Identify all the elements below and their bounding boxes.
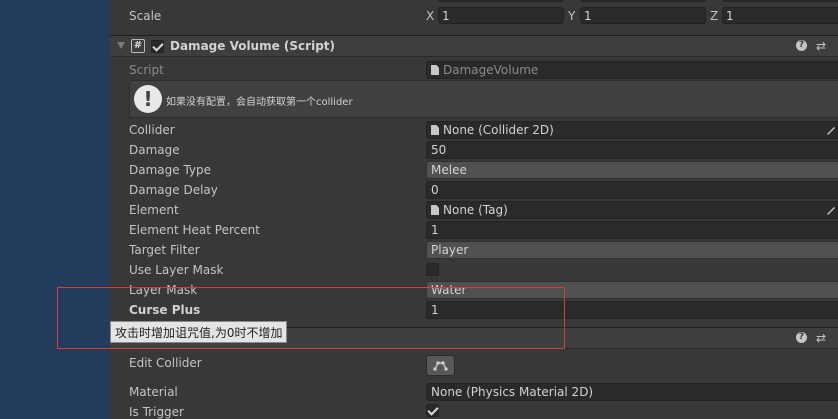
damage-delay-row: Damage Delay 0 bbox=[110, 180, 838, 200]
damage-type-dropdown[interactable]: Melee bbox=[426, 161, 838, 179]
element-value: None (Tag) bbox=[443, 203, 508, 217]
target-filter-label: Target Filter bbox=[129, 243, 200, 257]
component-enabled-checkbox[interactable] bbox=[151, 40, 164, 53]
collider-row: Collider None (Collider 2D) bbox=[110, 120, 838, 140]
damage-row: Damage 50 bbox=[110, 140, 838, 160]
target-filter-row: Target Filter Player bbox=[110, 240, 838, 260]
object-icon bbox=[431, 205, 439, 215]
use-layer-mask-checkbox[interactable] bbox=[426, 263, 439, 276]
script-label: Script bbox=[129, 63, 164, 77]
edit-collider-row: Edit Collider bbox=[110, 353, 838, 373]
material-row: Material None (Physics Material 2D) bbox=[110, 382, 838, 402]
scale-x-label: X bbox=[426, 9, 435, 23]
use-layer-mask-row: Use Layer Mask bbox=[110, 260, 838, 280]
scale-z-label: Z bbox=[710, 9, 719, 23]
damage-delay-field[interactable]: 0 bbox=[426, 181, 838, 199]
collider-label: Collider bbox=[129, 123, 175, 137]
element-label: Element bbox=[129, 203, 179, 217]
collider-field[interactable]: None (Collider 2D) bbox=[426, 121, 838, 139]
script-row: Script DamageVolume bbox=[110, 60, 838, 80]
script-value: DamageVolume bbox=[443, 63, 539, 77]
is-trigger-row: Is Trigger bbox=[110, 402, 838, 419]
damage-type-row: Damage Type Melee bbox=[110, 160, 838, 180]
damage-delay-label: Damage Delay bbox=[129, 183, 218, 197]
element-field[interactable]: None (Tag) bbox=[426, 201, 838, 219]
is-trigger-label: Is Trigger bbox=[129, 405, 184, 419]
damage-volume-header[interactable]: # Damage Volume (Script) ? ⇄ bbox=[110, 35, 838, 57]
is-trigger-checkbox[interactable] bbox=[426, 404, 439, 417]
edit-collider-button[interactable] bbox=[426, 355, 455, 376]
pencil-icon[interactable] bbox=[825, 124, 837, 136]
scale-y-label: Y bbox=[568, 9, 576, 23]
element-row: Element None (Tag) bbox=[110, 200, 838, 220]
damage-field[interactable]: 50 bbox=[426, 141, 838, 159]
use-layer-mask-label: Use Layer Mask bbox=[129, 263, 224, 277]
pencil-icon[interactable] bbox=[825, 204, 837, 216]
help-box-text: 如果没有配置，会自动获取第一个collider bbox=[166, 97, 353, 108]
hierarchy-panel-edge bbox=[0, 0, 110, 419]
help-box: ! 如果没有配置，会自动获取第一个collider bbox=[129, 80, 838, 118]
collider-value: None (Collider 2D) bbox=[443, 123, 554, 137]
warning-icon: ! bbox=[134, 85, 162, 113]
tooltip: 攻击时增加诅咒值,为0时不增加 bbox=[110, 321, 288, 343]
edit-shape-icon bbox=[433, 361, 448, 371]
scale-label: Scale bbox=[129, 9, 162, 23]
settings-icon[interactable]: ⇄ bbox=[816, 39, 826, 53]
script-hash-icon: # bbox=[131, 39, 145, 53]
script-field: DamageVolume bbox=[426, 61, 838, 79]
inspector-panel: Scale X 1 Y 1 Z 1 # Damage Volume (Scrip… bbox=[110, 0, 838, 419]
damage-type-label: Damage Type bbox=[129, 163, 212, 177]
object-icon bbox=[431, 125, 439, 135]
settings-icon[interactable]: ⇄ bbox=[816, 331, 826, 345]
scale-z-field[interactable]: 1 bbox=[722, 7, 838, 24]
element-heat-field[interactable]: 1 bbox=[426, 221, 838, 239]
material-label: Material bbox=[129, 385, 178, 399]
foldout-arrow-icon[interactable] bbox=[117, 42, 125, 49]
script-file-icon bbox=[431, 65, 439, 75]
material-field[interactable]: None (Physics Material 2D) bbox=[426, 383, 838, 401]
scale-row: Scale X 1 Y 1 Z 1 bbox=[110, 6, 838, 26]
damage-label: Damage bbox=[129, 143, 180, 157]
target-filter-dropdown[interactable]: Player bbox=[426, 241, 838, 259]
scale-x-field[interactable]: 1 bbox=[438, 7, 564, 24]
component-title: Damage Volume (Script) bbox=[170, 39, 335, 53]
help-icon[interactable]: ? bbox=[796, 332, 807, 343]
scale-y-field[interactable]: 1 bbox=[580, 7, 706, 24]
element-heat-label: Element Heat Percent bbox=[129, 223, 260, 237]
edit-collider-label: Edit Collider bbox=[129, 356, 202, 370]
element-heat-row: Element Heat Percent 1 bbox=[110, 220, 838, 240]
help-icon[interactable]: ? bbox=[796, 40, 807, 51]
